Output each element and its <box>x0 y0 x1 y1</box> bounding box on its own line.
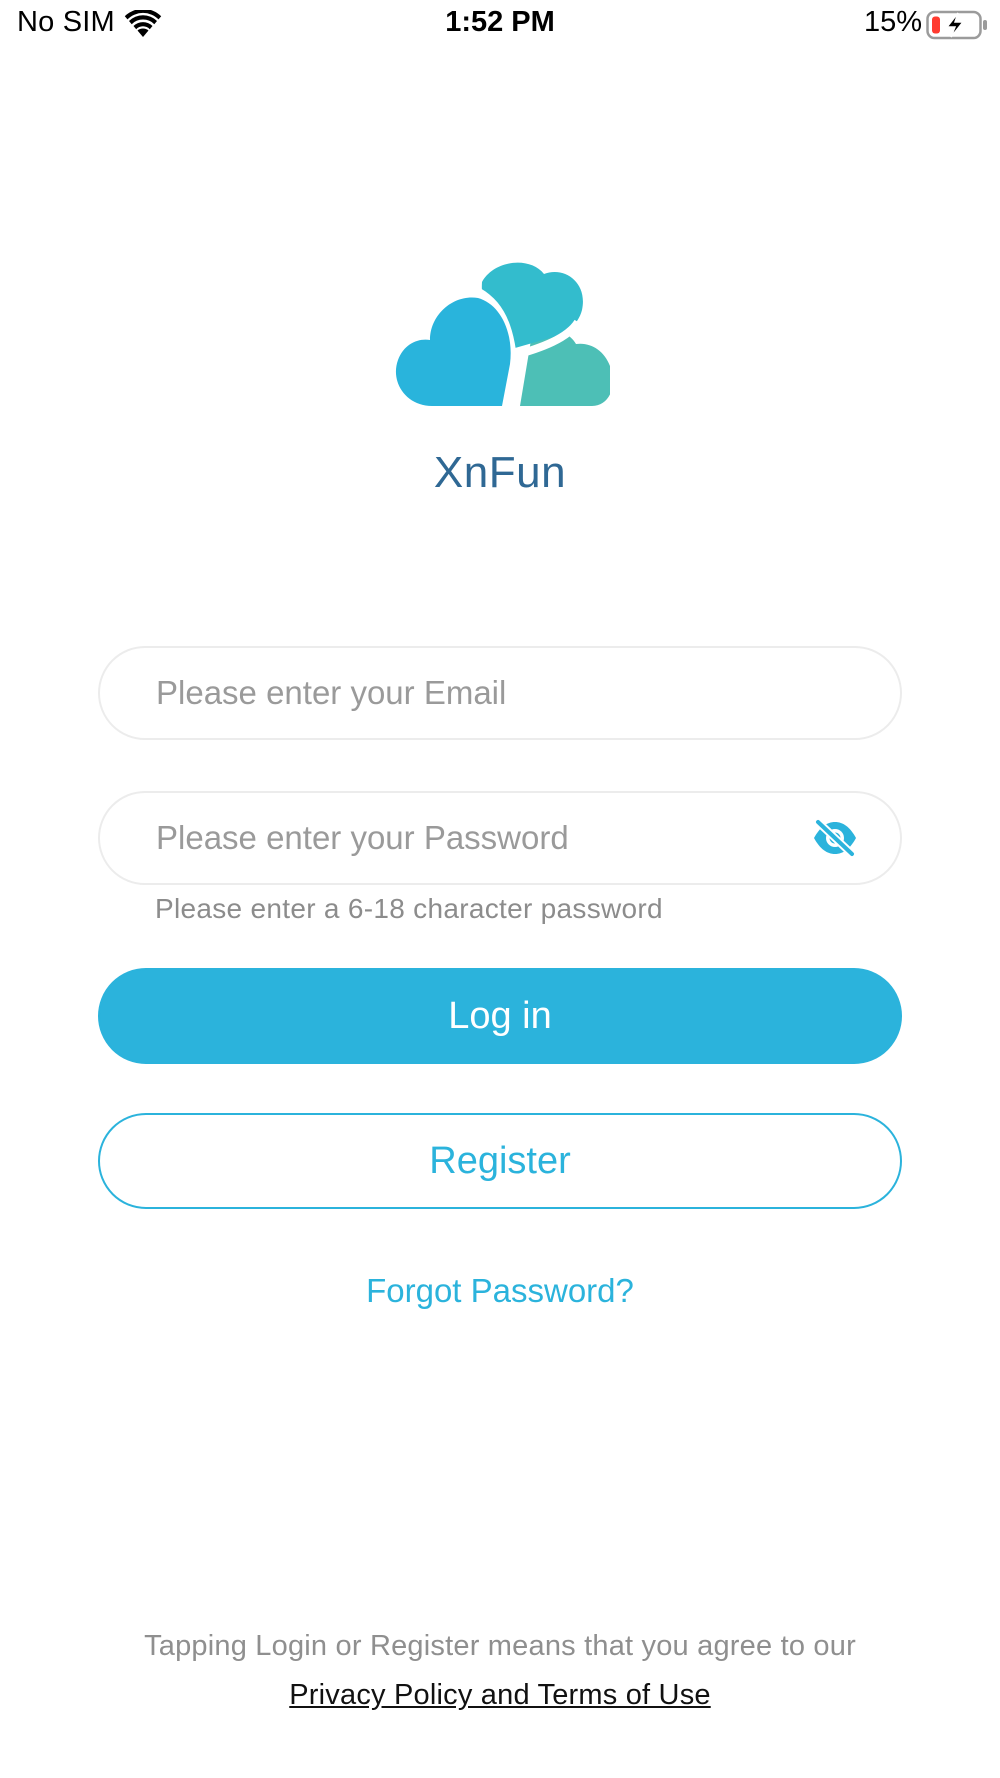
password-hint: Please enter a 6-18 character password <box>155 893 663 924</box>
app-name: XnFun <box>433 448 567 497</box>
password-field-container <box>98 791 902 885</box>
status-bar: No SIM 1:52 PM 15% <box>0 0 1000 52</box>
eye-slash-icon[interactable] <box>812 818 858 858</box>
login-button[interactable]: Log in <box>98 968 902 1064</box>
password-field[interactable] <box>156 793 796 883</box>
forgot-password-link[interactable]: Forgot Password? <box>0 1272 1000 1310</box>
terms-notice: Tapping Login or Register means that you… <box>144 1630 856 1662</box>
register-button[interactable]: Register <box>98 1113 902 1209</box>
battery-percentage: 15% <box>863 6 922 38</box>
privacy-policy-link[interactable]: Privacy Policy and Terms of Use <box>0 1679 1000 1712</box>
cloud-hearts-logo <box>395 262 610 407</box>
email-field[interactable] <box>156 648 796 738</box>
clock: 1:52 PM <box>445 6 555 38</box>
email-field-container <box>98 646 902 740</box>
battery-charging-icon <box>926 10 987 40</box>
